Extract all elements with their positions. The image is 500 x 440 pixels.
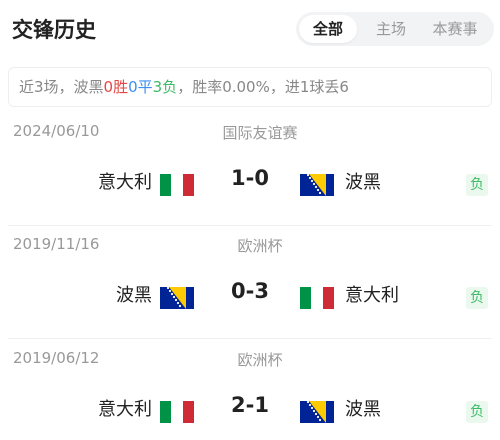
bosnia-flag-icon (160, 287, 194, 309)
summary-wins: 0胜 (103, 78, 129, 96)
tab-home[interactable]: 主场 (362, 15, 420, 43)
match-score: 1-0 (231, 166, 269, 190)
home-team-name: 意大利 (98, 172, 152, 193)
header: 交锋历史 全部 主场 本赛事 (0, 0, 500, 58)
match-date: 2024/06/10 (13, 122, 100, 140)
filter-tabs: 全部 主场 本赛事 (296, 12, 494, 46)
divider (8, 338, 492, 339)
bosnia-flag-icon (300, 401, 334, 423)
home-team-name: 意大利 (98, 399, 152, 420)
match-row[interactable]: 2019/06/12 欧洲杯 意大利 2-1 波黑 负 (0, 341, 500, 440)
result-badge: 负 (466, 401, 488, 423)
summary-prefix: 近3场，波黑 (19, 78, 104, 96)
result-badge: 负 (466, 287, 488, 309)
match-row[interactable]: 2019/11/16 欧洲杯 波黑 0-3 意大利 负 (0, 227, 500, 339)
tab-this-competition[interactable]: 本赛事 (420, 15, 490, 43)
italy-flag-icon (160, 174, 194, 196)
record-summary: 近3场，波黑0胜0平3负，胜率0.00%，进1球丢6 (8, 67, 492, 107)
match-date: 2019/06/12 (13, 349, 100, 367)
match-score: 0-3 (231, 279, 269, 303)
away-team-name: 波黑 (345, 172, 381, 193)
divider (8, 225, 492, 226)
away-team-name: 意大利 (345, 285, 399, 306)
match-score: 2-1 (231, 393, 269, 417)
match-date: 2019/11/16 (13, 235, 100, 253)
section-title: 交锋历史 (12, 18, 96, 42)
italy-flag-icon (300, 287, 334, 309)
away-team-name: 波黑 (345, 399, 381, 420)
match-row[interactable]: 2024/06/10 国际友谊赛 意大利 1-0 波黑 负 (0, 114, 500, 226)
home-team-name: 波黑 (116, 285, 152, 306)
match-competition: 国际友谊赛 (222, 124, 298, 142)
match-competition: 欧洲杯 (237, 237, 283, 255)
italy-flag-icon (160, 401, 194, 423)
bosnia-flag-icon (300, 174, 334, 196)
match-competition: 欧洲杯 (237, 351, 283, 369)
tab-all[interactable]: 全部 (299, 15, 357, 43)
summary-losses: 3负 (152, 78, 178, 96)
result-badge: 负 (466, 174, 488, 196)
summary-draws: 0平 (128, 78, 153, 96)
summary-suffix: ，胜率0.00%，进1球丢6 (177, 78, 349, 96)
